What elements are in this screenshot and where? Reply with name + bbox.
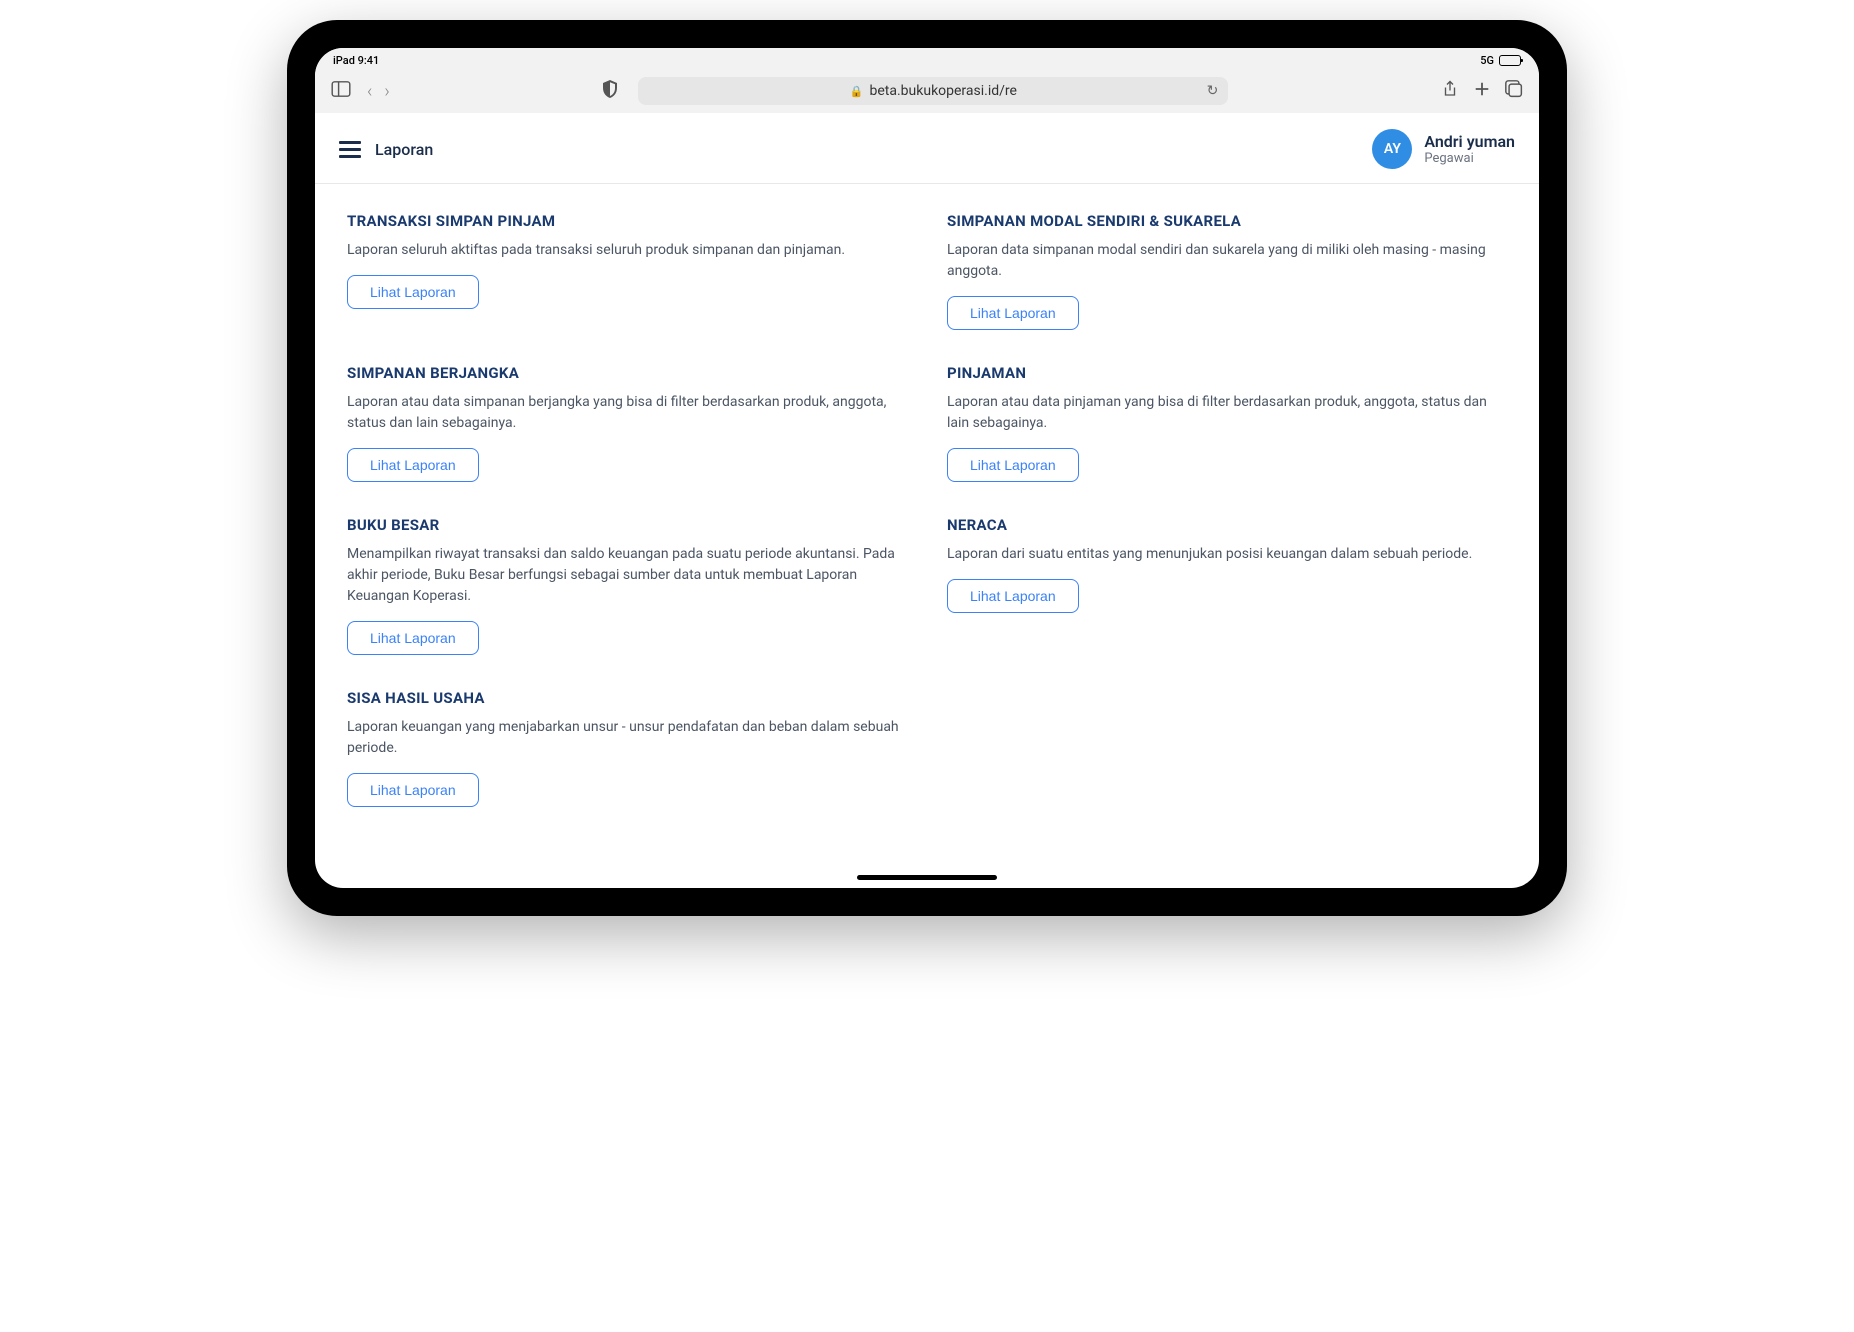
view-report-button[interactable]: Lihat Laporan bbox=[347, 621, 479, 655]
report-desc: Laporan keuangan yang menjabarkan unsur … bbox=[347, 717, 907, 759]
report-desc: Laporan dari suatu entitas yang menunjuk… bbox=[947, 544, 1507, 565]
browser-bar: ‹ › 🔒 beta.bukukoperasi.id/re ↻ bbox=[315, 69, 1539, 113]
tabs-icon[interactable] bbox=[1505, 80, 1523, 102]
report-desc: Menampilkan riwayat transaksi dan saldo … bbox=[347, 544, 907, 607]
view-report-button[interactable]: Lihat Laporan bbox=[347, 448, 479, 482]
view-report-button[interactable]: Lihat Laporan bbox=[947, 448, 1079, 482]
avatar: AY bbox=[1372, 129, 1412, 169]
report-title: SIMPANAN MODAL SENDIRI & SUKARELA bbox=[947, 212, 1507, 230]
report-card-simpanan-berjangka: SIMPANAN BERJANGKA Laporan atau data sim… bbox=[347, 364, 907, 482]
page-title: Laporan bbox=[375, 140, 433, 159]
header-left: Laporan bbox=[339, 140, 433, 159]
header-right[interactable]: AY Andri yuman Pegawai bbox=[1372, 129, 1515, 169]
report-title: PINJAMAN bbox=[947, 364, 1507, 382]
view-report-button[interactable]: Lihat Laporan bbox=[347, 275, 479, 309]
user-role: Pegawai bbox=[1424, 151, 1515, 167]
report-card-buku-besar: BUKU BESAR Menampilkan riwayat transaksi… bbox=[347, 516, 907, 655]
report-card-neraca: NERACA Laporan dari suatu entitas yang m… bbox=[947, 516, 1507, 655]
menu-icon[interactable] bbox=[339, 141, 361, 158]
report-title: NERACA bbox=[947, 516, 1507, 534]
refresh-icon[interactable]: ↻ bbox=[1207, 83, 1219, 99]
battery-icon bbox=[1499, 55, 1521, 66]
privacy-shield-icon[interactable] bbox=[602, 80, 618, 102]
new-tab-icon[interactable] bbox=[1473, 80, 1491, 102]
ipad-screen: iPad 9:41 5G ‹ › bbox=[315, 48, 1539, 888]
report-desc: Laporan atau data simpanan berjangka yan… bbox=[347, 392, 907, 434]
lock-icon: 🔒 bbox=[850, 85, 864, 98]
device-label: iPad bbox=[333, 54, 355, 67]
view-report-button[interactable]: Lihat Laporan bbox=[947, 579, 1079, 613]
report-card-sisa-hasil-usaha: SISA HASIL USAHA Laporan keuangan yang m… bbox=[347, 689, 907, 807]
user-name: Andri yuman bbox=[1424, 132, 1515, 151]
report-title: BUKU BESAR bbox=[347, 516, 907, 534]
report-title: SIMPANAN BERJANGKA bbox=[347, 364, 907, 382]
view-report-button[interactable]: Lihat Laporan bbox=[947, 296, 1079, 330]
report-title: SISA HASIL USAHA bbox=[347, 689, 907, 707]
report-card-transaksi-simpan-pinjam: TRANSAKSI SIMPAN PINJAM Laporan seluruh … bbox=[347, 212, 907, 330]
report-desc: Laporan seluruh aktiftas pada transaksi … bbox=[347, 240, 907, 261]
user-info: Andri yuman Pegawai bbox=[1424, 132, 1515, 167]
report-title: TRANSAKSI SIMPAN PINJAM bbox=[347, 212, 907, 230]
report-card-pinjaman: PINJAMAN Laporan atau data pinjaman yang… bbox=[947, 364, 1507, 482]
forward-button[interactable]: › bbox=[384, 81, 389, 102]
browser-actions bbox=[1441, 80, 1523, 102]
report-card-simpanan-modal: SIMPANAN MODAL SENDIRI & SUKARELA Lapora… bbox=[947, 212, 1507, 330]
status-bar: iPad 9:41 5G bbox=[315, 48, 1539, 69]
view-report-button[interactable]: Lihat Laporan bbox=[347, 773, 479, 807]
status-right: 5G bbox=[1480, 54, 1521, 67]
ipad-frame: iPad 9:41 5G ‹ › bbox=[287, 20, 1567, 916]
app-header: Laporan AY Andri yuman Pegawai bbox=[315, 113, 1539, 184]
status-time: iPad 9:41 bbox=[333, 54, 379, 67]
report-desc: Laporan data simpanan modal sendiri dan … bbox=[947, 240, 1507, 282]
share-icon[interactable] bbox=[1441, 80, 1459, 102]
report-desc: Laporan atau data pinjaman yang bisa di … bbox=[947, 392, 1507, 434]
content-grid: TRANSAKSI SIMPAN PINJAM Laporan seluruh … bbox=[315, 184, 1539, 888]
home-indicator[interactable] bbox=[857, 875, 997, 880]
sidebar-toggle-icon[interactable] bbox=[331, 81, 351, 101]
time-label: 9:41 bbox=[358, 54, 380, 67]
nav-arrows: ‹ › bbox=[367, 81, 390, 102]
network-label: 5G bbox=[1480, 54, 1494, 67]
back-button[interactable]: ‹ bbox=[367, 81, 372, 102]
url-text: beta.bukukoperasi.id/re bbox=[870, 83, 1017, 99]
url-bar[interactable]: 🔒 beta.bukukoperasi.id/re ↻ bbox=[638, 77, 1228, 105]
